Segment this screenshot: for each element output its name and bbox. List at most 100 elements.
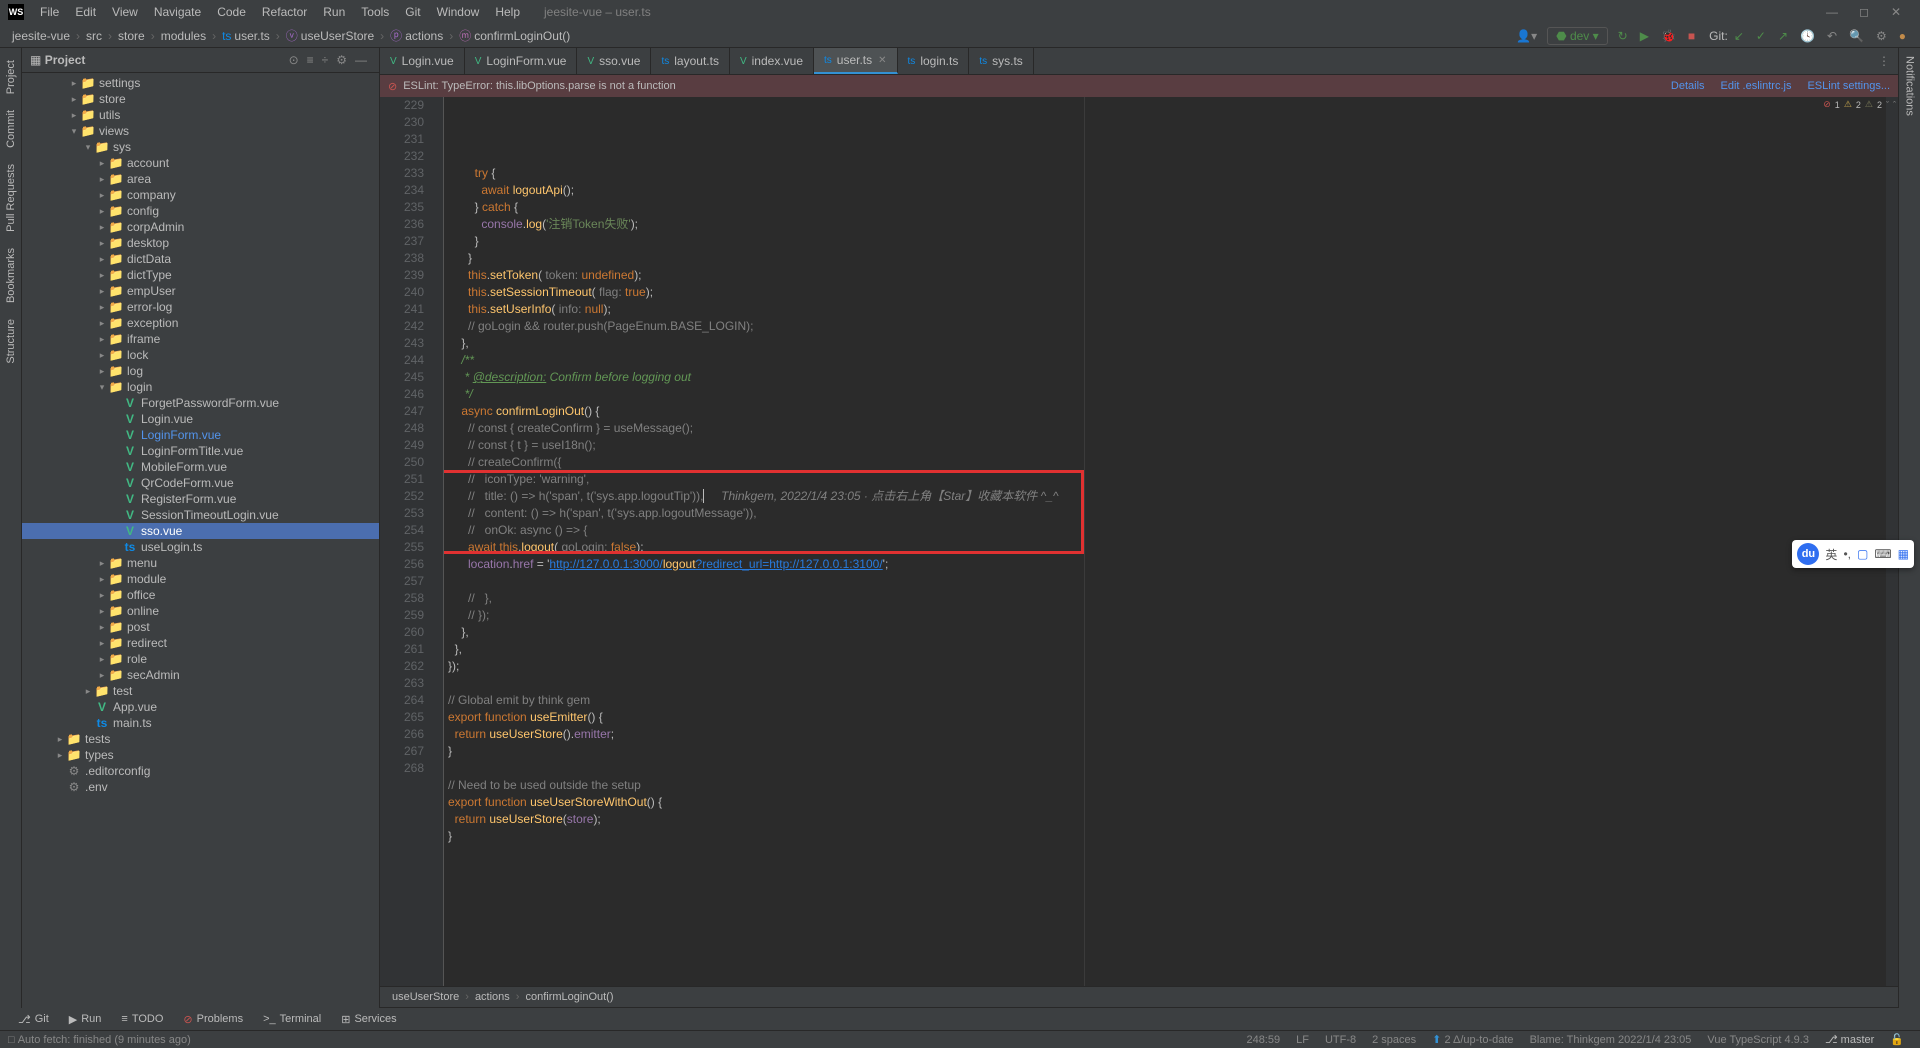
- tree-item[interactable]: ▸📁redirect: [22, 635, 379, 651]
- maximize-button[interactable]: ◻: [1848, 5, 1880, 19]
- project-view-title[interactable]: Project: [45, 53, 86, 67]
- tree-item[interactable]: VSessionTimeoutLogin.vue: [22, 507, 379, 523]
- menu-file[interactable]: File: [32, 5, 67, 19]
- tool-tab-structure[interactable]: Structure: [3, 311, 19, 372]
- select-opened-file-icon[interactable]: ⊙: [285, 53, 303, 67]
- editor-tab[interactable]: tslayout.ts: [651, 48, 729, 74]
- tree-item[interactable]: VLoginFormTitle.vue: [22, 443, 379, 459]
- minimize-button[interactable]: —: [1816, 5, 1848, 19]
- tree-item[interactable]: ▸📁log: [22, 363, 379, 379]
- tree-item[interactable]: ▸📁area: [22, 171, 379, 187]
- tree-item[interactable]: ▸📁config: [22, 203, 379, 219]
- editor-tab[interactable]: Vsso.vue: [577, 48, 651, 74]
- collapse-all-icon[interactable]: ÷: [318, 53, 333, 67]
- nav-crumb[interactable]: ⓥuseUserStore: [282, 27, 378, 44]
- code-editor[interactable]: try { await logoutApi(); } catch { conso…: [444, 97, 1886, 986]
- fold-gutter[interactable]: [432, 97, 444, 986]
- editor-tab[interactable]: tslogin.ts: [898, 48, 970, 74]
- tree-item[interactable]: ▸📁exception: [22, 315, 379, 331]
- crumb-1[interactable]: actions: [471, 991, 514, 1003]
- baidu-ime-widget[interactable]: du 英 •, ▢ ⌨ ▦: [1792, 540, 1914, 568]
- tree-item[interactable]: ▸📁settings: [22, 75, 379, 91]
- lock-icon[interactable]: 🔓: [1882, 1033, 1912, 1046]
- avatar-icon[interactable]: ●: [1893, 29, 1912, 43]
- tree-item[interactable]: VRegisterForm.vue: [22, 491, 379, 507]
- tree-item[interactable]: ▸📁role: [22, 651, 379, 667]
- tool-tab-pull-requests[interactable]: Pull Requests: [3, 156, 19, 240]
- tree-item[interactable]: ▸📁module: [22, 571, 379, 587]
- tree-item[interactable]: ⚙.editorconfig: [22, 763, 379, 779]
- crumb-0[interactable]: useUserStore: [388, 991, 463, 1003]
- run-button[interactable]: ▶: [1634, 29, 1655, 43]
- search-everywhere-button[interactable]: 🔍: [1843, 29, 1870, 43]
- ime-lang[interactable]: 英: [1825, 546, 1837, 563]
- tree-item[interactable]: ▸📁dictData: [22, 251, 379, 267]
- editor-tab[interactable]: VLogin.vue: [380, 48, 465, 74]
- details-link[interactable]: Details: [1671, 80, 1705, 92]
- run-config-selector[interactable]: ⬣ dev ▾: [1547, 27, 1608, 45]
- hide-icon[interactable]: —: [351, 53, 371, 67]
- tree-item[interactable]: VQrCodeForm.vue: [22, 475, 379, 491]
- tree-item[interactable]: ▸📁dictType: [22, 267, 379, 283]
- tool-window-problems[interactable]: ⊘Problems: [173, 1013, 253, 1026]
- tree-item[interactable]: ▸📁error-log: [22, 299, 379, 315]
- menu-edit[interactable]: Edit: [67, 5, 104, 19]
- tree-item[interactable]: ▸📁iframe: [22, 331, 379, 347]
- tool-window-run[interactable]: ▶Run: [59, 1013, 112, 1026]
- settings-button[interactable]: ⚙: [1870, 29, 1893, 43]
- tree-item[interactable]: ▸📁post: [22, 619, 379, 635]
- ime-screen-icon[interactable]: ▢: [1857, 547, 1868, 561]
- editor-tab[interactable]: tssys.ts: [969, 48, 1033, 74]
- tree-item[interactable]: VLogin.vue: [22, 411, 379, 427]
- tree-item[interactable]: ▸📁account: [22, 155, 379, 171]
- tree-item[interactable]: Vsso.vue: [22, 523, 379, 539]
- user-icon[interactable]: 👤▾: [1510, 29, 1543, 43]
- tree-item[interactable]: ▸📁corpAdmin: [22, 219, 379, 235]
- ime-grid-icon[interactable]: ▦: [1898, 547, 1909, 561]
- edit-eslintrc-link[interactable]: Edit .eslintrc.js: [1721, 80, 1792, 92]
- menu-help[interactable]: Help: [487, 5, 528, 19]
- nav-crumb[interactable]: ⓜconfirmLoginOut(): [455, 27, 574, 44]
- stop-button[interactable]: ■: [1682, 29, 1701, 43]
- menu-refactor[interactable]: Refactor: [254, 5, 315, 19]
- menu-run[interactable]: Run: [315, 5, 353, 19]
- tree-item[interactable]: ▸📁tests: [22, 731, 379, 747]
- menu-window[interactable]: Window: [429, 5, 488, 19]
- line-separator[interactable]: LF: [1288, 1034, 1317, 1046]
- editor-tab[interactable]: tsuser.ts✕: [814, 48, 898, 74]
- tree-item[interactable]: ▸📁types: [22, 747, 379, 763]
- tree-item[interactable]: tsuseLogin.ts: [22, 539, 379, 555]
- tool-window-git[interactable]: ⎇Git: [8, 1013, 59, 1026]
- menu-git[interactable]: Git: [397, 5, 428, 19]
- tree-item[interactable]: ▸📁store: [22, 91, 379, 107]
- tree-item[interactable]: ⚙.env: [22, 779, 379, 795]
- indent-setting[interactable]: 2 spaces: [1364, 1034, 1424, 1046]
- tree-item[interactable]: ▾📁login: [22, 379, 379, 395]
- menu-view[interactable]: View: [104, 5, 146, 19]
- tree-item[interactable]: ▸📁empUser: [22, 283, 379, 299]
- tree-item[interactable]: ▸📁desktop: [22, 235, 379, 251]
- reload-button[interactable]: ↻: [1612, 29, 1634, 43]
- project-tree[interactable]: ▸📁settings▸📁store▸📁utils▾📁views▾📁sys▸📁ac…: [22, 73, 379, 1008]
- tool-tab-project[interactable]: Project: [3, 52, 19, 102]
- close-window-button[interactable]: ✕: [1880, 5, 1912, 19]
- tree-item[interactable]: ▸📁test: [22, 683, 379, 699]
- crumb-2[interactable]: confirmLoginOut(): [521, 991, 617, 1003]
- git-commit-button[interactable]: ✓: [1750, 29, 1772, 43]
- editor-tab[interactable]: VLoginForm.vue: [465, 48, 578, 74]
- tool-window-terminal[interactable]: >_Terminal: [253, 1013, 331, 1025]
- git-push-button[interactable]: ↗: [1772, 29, 1794, 43]
- menu-navigate[interactable]: Navigate: [146, 5, 209, 19]
- git-branch[interactable]: ⎇ master: [1817, 1033, 1882, 1046]
- menu-tools[interactable]: Tools: [353, 5, 397, 19]
- tool-window-todo[interactable]: ≡TODO: [111, 1013, 173, 1025]
- file-encoding[interactable]: UTF-8: [1317, 1034, 1364, 1046]
- tree-item[interactable]: ▸📁utils: [22, 107, 379, 123]
- tree-item[interactable]: ▸📁company: [22, 187, 379, 203]
- tree-item[interactable]: ▸📁lock: [22, 347, 379, 363]
- tool-tab-notifications[interactable]: Notifications: [1902, 48, 1918, 124]
- tree-item[interactable]: ▸📁office: [22, 587, 379, 603]
- tree-item[interactable]: ▸📁secAdmin: [22, 667, 379, 683]
- editor-tab[interactable]: Vindex.vue: [730, 48, 814, 74]
- eslint-settings-link[interactable]: ESLint settings...: [1807, 80, 1890, 92]
